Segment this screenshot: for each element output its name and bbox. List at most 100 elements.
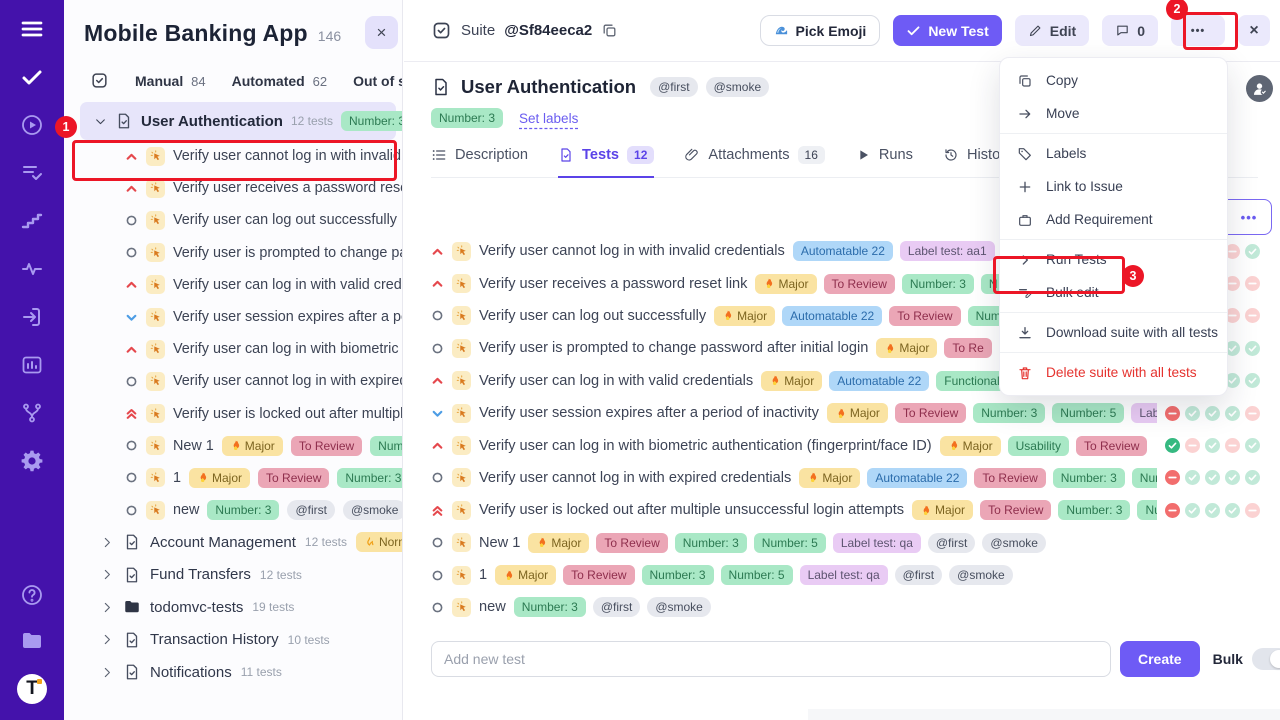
test-badges: MajorAutomatable 22To ReviewNum (714, 306, 1009, 326)
panel-close-button[interactable]: × (365, 16, 398, 49)
auto-badge: Automatable 22 (793, 241, 893, 261)
app-logo[interactable]: T (17, 674, 47, 704)
chevron-right-icon[interactable] (101, 568, 114, 581)
list-check-icon[interactable] (19, 160, 45, 186)
menu-item-link-to-issue[interactable]: Link to Issue (1000, 170, 1227, 203)
trash-icon (1017, 365, 1033, 381)
test-row[interactable]: Verify user can log in with biometric au… (431, 429, 1280, 461)
chevron-down-icon[interactable] (94, 115, 107, 128)
status-check-icon (1245, 341, 1260, 356)
tab-description[interactable]: Description (431, 147, 528, 177)
bar-chart-icon[interactable] (19, 352, 45, 378)
number-badge: Number: 3 (1058, 500, 1130, 520)
tag-chip: @smoke (949, 565, 1013, 585)
create-test-button[interactable]: Create (1120, 641, 1200, 677)
comments-count: 0 (1137, 23, 1145, 39)
set-labels-link[interactable]: Set labels (519, 111, 578, 126)
sign-in-icon[interactable] (19, 304, 45, 330)
tree-test-item[interactable]: newNumber: 3@first@smoke (64, 494, 402, 526)
tab-runs[interactable]: Runs (855, 147, 913, 177)
close-suite-button[interactable]: × (1238, 15, 1270, 46)
test-row[interactable]: Verify user is locked out after multiple… (431, 494, 1280, 526)
test-emoji-icon (452, 371, 471, 390)
tree-test-item[interactable]: Verify user can log in with biometric au… (64, 333, 402, 365)
tree-test-item[interactable]: Verify user is prompted to change passwo… (64, 237, 402, 269)
chevron-right-icon[interactable] (101, 633, 114, 646)
chevron-right-icon[interactable] (101, 666, 114, 679)
test-row[interactable]: Verify user cannot log in with expired c… (431, 462, 1280, 494)
test-row[interactable]: New 1MajorTo ReviewNumber: 3Number: 5Lab… (431, 527, 1280, 559)
edit-button[interactable]: Edit (1015, 15, 1089, 46)
suites-overview-icon[interactable] (90, 71, 109, 90)
add-test-input[interactable] (431, 641, 1111, 677)
new-test-button[interactable]: New Test (893, 15, 1001, 46)
test-row[interactable]: newNumber: 3@first@smoke (431, 591, 1280, 623)
tab-tests[interactable]: Tests12 (558, 146, 654, 178)
folder-icon[interactable] (19, 628, 45, 654)
tree-test-item[interactable]: New 1MajorTo ReviewNumber: 3 (64, 430, 402, 462)
chevron-right-icon[interactable] (101, 601, 114, 614)
tree-test-item[interactable]: Verify user is locked out after multiple… (64, 398, 402, 430)
play-circle-icon[interactable] (19, 112, 45, 138)
test-row[interactable]: Verify user session expires after a peri… (431, 397, 1280, 429)
tree-test-item[interactable]: Verify user can log out successfully (64, 204, 402, 236)
major-badge: Major (189, 468, 250, 488)
comments-button[interactable]: 0 (1102, 15, 1158, 46)
menu-item-copy[interactable]: Copy (1000, 64, 1227, 97)
menu-icon[interactable] (19, 16, 45, 42)
test-row[interactable]: 1MajorTo ReviewNumber: 3Number: 5Label t… (431, 559, 1280, 591)
tag-chip: @first (593, 597, 641, 617)
tree-test-item[interactable]: Verify user cannot log in with expired c… (64, 365, 402, 397)
copy-suite-id-icon[interactable] (601, 22, 618, 39)
tree-suite-user-authentication[interactable]: User Authentication 12 tests Number: 3 (80, 102, 396, 140)
suite-test-count: 10 tests (288, 633, 330, 647)
tree-test-item[interactable]: Verify user can log in with valid creden… (64, 269, 402, 301)
tree-filter-tab-manual[interactable]: Manual 84 (135, 73, 206, 89)
bulk-toggle[interactable] (1252, 648, 1280, 670)
test-emoji-icon (452, 436, 471, 455)
user-avatar[interactable] (1246, 75, 1273, 102)
tree-suite-item[interactable]: Account Management12 testsNormal (64, 526, 402, 558)
plus-icon (1017, 179, 1033, 195)
menu-item-labels[interactable]: Labels (1000, 137, 1227, 170)
menu-item-bulk-edit[interactable]: Bulk edit (1000, 276, 1227, 309)
test-emoji-icon (452, 274, 471, 293)
split-button-more[interactable]: ••• (1227, 200, 1271, 234)
test-title: Verify user can log out successfully (173, 212, 397, 228)
tree-suite-item[interactable]: Transaction History10 tests (64, 623, 402, 655)
menu-item-delete-suite-with-all-tests[interactable]: Delete suite with all tests (1000, 356, 1227, 389)
tab-attachments[interactable]: Attachments16 (684, 146, 824, 178)
briefcase-icon (1017, 212, 1033, 228)
tree-filter-tab-out-of-sy[interactable]: Out of sy (353, 73, 403, 89)
arrow-right-icon (1017, 106, 1033, 122)
tree-test-item[interactable]: Verify user cannot log in with invalid c… (64, 140, 402, 172)
tree-filter-tab-automated[interactable]: Automated 62 (232, 73, 327, 89)
auto-badge: Automatable 22 (782, 306, 882, 326)
status-minus-icon (1225, 438, 1240, 453)
gear-icon[interactable] (19, 448, 45, 474)
tree-suite-item[interactable]: Fund Transfers12 tests (64, 559, 402, 591)
check-icon[interactable] (19, 64, 45, 90)
menu-item-run-tests[interactable]: Run Tests (1000, 243, 1227, 276)
chevron-right-icon[interactable] (101, 536, 114, 549)
branch-icon[interactable] (19, 400, 45, 426)
tree-test-item[interactable]: Verify user receives a password reset li… (64, 172, 402, 204)
test-emoji-icon (146, 501, 165, 520)
help-icon[interactable] (19, 582, 45, 608)
steps-icon[interactable] (19, 208, 45, 234)
menu-item-add-requirement[interactable]: Add Requirement (1000, 203, 1227, 236)
menu-item-move[interactable]: Move (1000, 97, 1227, 130)
priority-high-icon (125, 150, 138, 163)
flame-icon (197, 471, 208, 484)
hand-icon (364, 536, 375, 549)
pick-emoji-button[interactable]: Pick Emoji (760, 15, 881, 46)
tree-suite-item[interactable]: Notifications11 tests (64, 656, 402, 688)
status-check-icon (1245, 244, 1260, 259)
tree-test-item[interactable]: Verify user session expires after a peri… (64, 301, 402, 333)
tab-count: 16 (798, 146, 825, 164)
pulse-icon[interactable] (19, 256, 45, 282)
tree-test-item[interactable]: 1MajorTo ReviewNumber: 3Nur (64, 462, 402, 494)
more-actions-button[interactable]: ••• (1171, 15, 1225, 46)
menu-item-download-suite-with-all-tests[interactable]: Download suite with all tests (1000, 316, 1227, 349)
tree-suite-item[interactable]: todomvc-tests19 tests (64, 591, 402, 623)
